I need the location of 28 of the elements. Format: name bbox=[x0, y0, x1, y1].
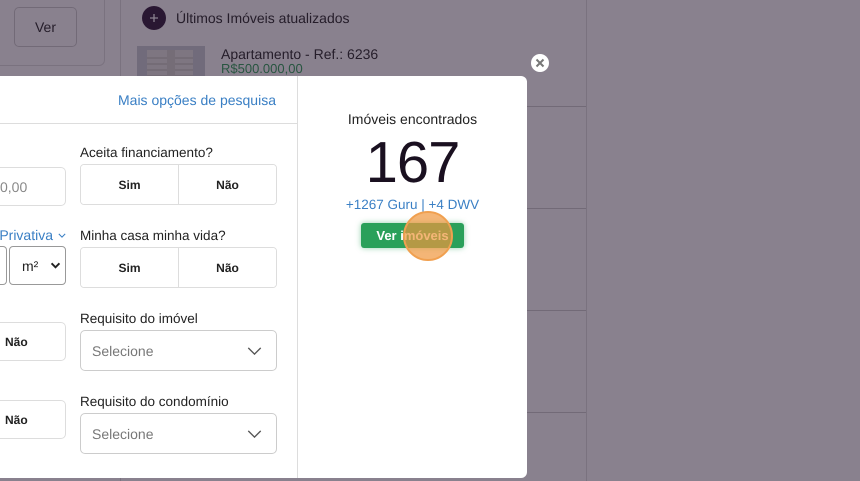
close-icon[interactable] bbox=[531, 54, 549, 72]
chevron-down-icon bbox=[58, 232, 66, 238]
no-option[interactable]: Não bbox=[0, 400, 66, 439]
sources-text: +1267 Guru | +4 DWV bbox=[346, 197, 480, 212]
field-label: Requisito do condomínio bbox=[80, 393, 230, 411]
field-label: Requisito do imóvel bbox=[80, 310, 199, 328]
plus-icon[interactable] bbox=[142, 6, 166, 30]
select-field[interactable]: Selecione bbox=[80, 413, 277, 454]
results-count: 167 bbox=[366, 133, 460, 193]
no-option[interactable]: Não bbox=[0, 322, 66, 361]
chevron-down-icon bbox=[50, 262, 61, 269]
toggle-option[interactable]: Não bbox=[178, 248, 276, 287]
chevron-down-icon bbox=[247, 430, 262, 438]
more-options-link[interactable]: Mais opções de pesquisa bbox=[118, 92, 276, 108]
price-field[interactable]: 0,00 bbox=[0, 167, 66, 206]
listing-title[interactable]: Apartamento - Ref.: 6236 bbox=[221, 46, 378, 62]
results-label: Imóveis encontrados bbox=[348, 111, 478, 127]
view-button[interactable]: Ver bbox=[14, 7, 77, 47]
unit-select[interactable]: m² bbox=[9, 246, 66, 285]
chevron-down-icon bbox=[247, 346, 262, 354]
area-field[interactable] bbox=[0, 246, 7, 285]
select-field[interactable]: Selecione bbox=[80, 330, 277, 371]
field-label: Minha casa minha vida? bbox=[80, 227, 227, 245]
area-type-link[interactable]: Privativa bbox=[0, 227, 66, 243]
listing-price: R$500.000,00 bbox=[221, 62, 304, 75]
section-title: Últimos Imóveis atualizados bbox=[176, 10, 350, 26]
toggle-option[interactable]: Não bbox=[178, 165, 276, 204]
field-label: Aceita financiamento? bbox=[80, 144, 214, 162]
